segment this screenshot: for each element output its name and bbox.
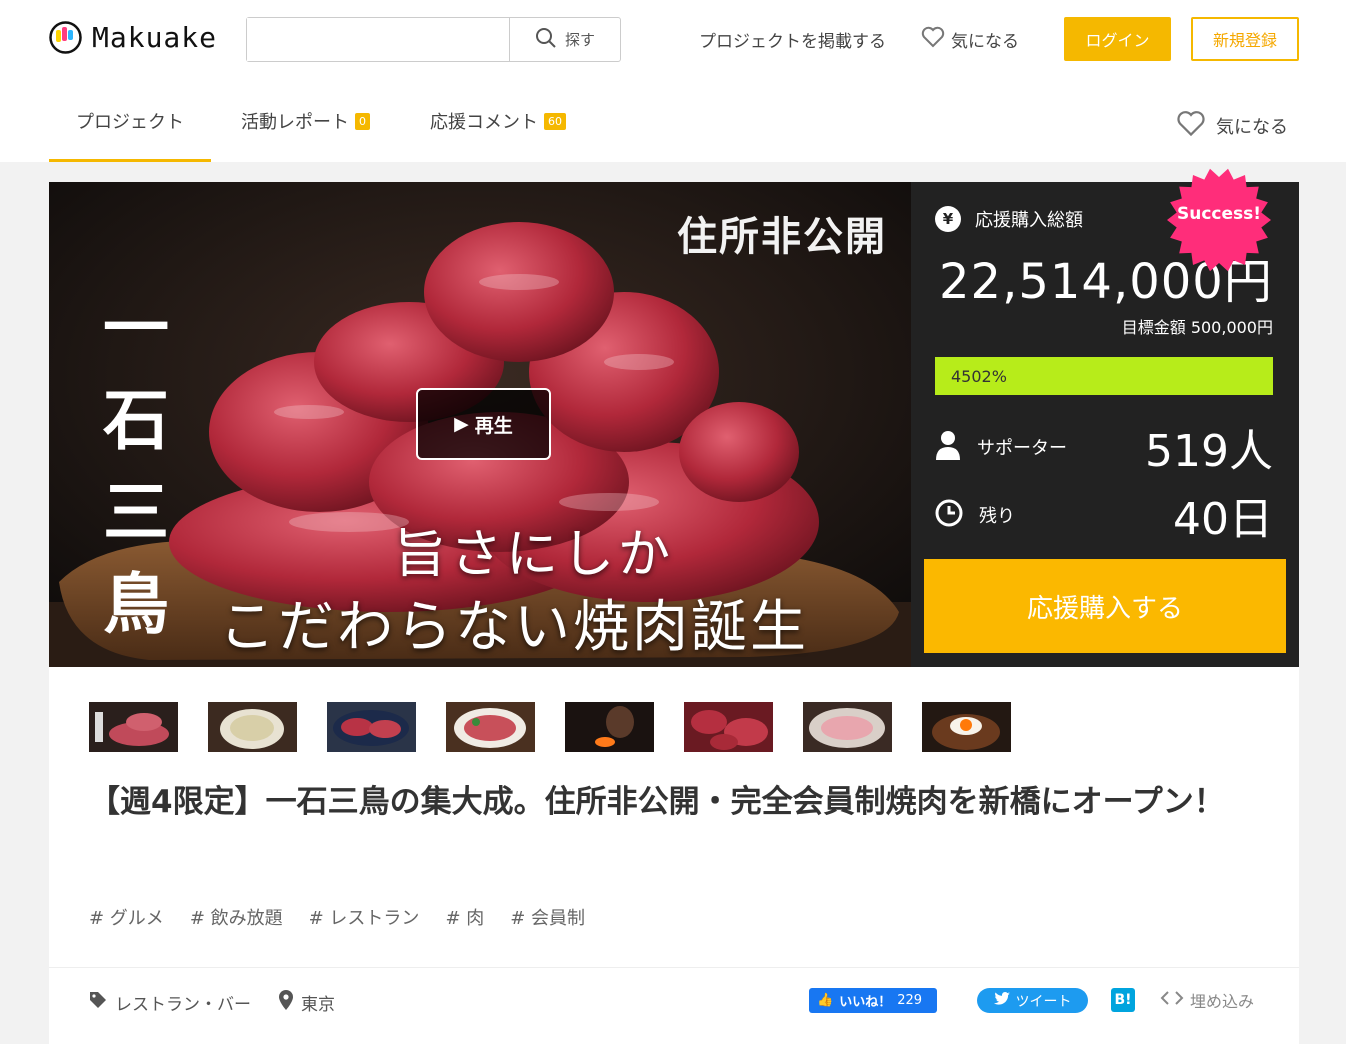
clock-icon bbox=[935, 499, 963, 531]
like-label: いいね！ bbox=[839, 995, 892, 1010]
hero-vertical-char: 三 bbox=[103, 473, 169, 551]
progress-bar: 4502% bbox=[935, 357, 1273, 395]
hero-vertical-char: 石 bbox=[103, 381, 169, 459]
yen-icon: ¥ bbox=[935, 206, 961, 232]
category-link[interactable]: レストラン・バー bbox=[89, 990, 251, 1015]
hero-vertical-char: 鳥 bbox=[103, 565, 169, 643]
supporters-count: 519人 bbox=[1145, 426, 1273, 477]
search-button[interactable]: 探す bbox=[509, 18, 620, 61]
makuake-logo[interactable]: Makuake bbox=[49, 21, 217, 54]
category-label: レストラン・バー bbox=[115, 995, 251, 1015]
search-bar: 探す bbox=[246, 17, 621, 62]
progress-percent: 4502% bbox=[951, 366, 1007, 386]
code-icon bbox=[1160, 990, 1184, 1010]
hero-copy-line1: 旨さにしか bbox=[394, 525, 675, 585]
divider bbox=[49, 967, 1299, 968]
support-purchase-button[interactable]: 応援購入する bbox=[924, 559, 1286, 653]
tweet-label: ツイート bbox=[1015, 993, 1072, 1010]
site-header: Makuake 探す プロジェクトを掲載する 気になる ログイン 新規登録 プロ… bbox=[0, 0, 1346, 162]
makuake-logo-icon bbox=[49, 21, 82, 54]
tab-project[interactable]: プロジェクト bbox=[49, 100, 211, 162]
facebook-like-button[interactable]: 👍 いいね！ 229 bbox=[809, 988, 937, 1013]
thumbnail[interactable] bbox=[565, 702, 654, 752]
tab-label: 応援コメント bbox=[430, 112, 538, 133]
location-label: 東京 bbox=[301, 995, 335, 1015]
person-icon bbox=[935, 430, 961, 464]
heart-icon bbox=[921, 26, 945, 53]
supporters-row: サポーター 519人 bbox=[935, 420, 1273, 477]
thumbs-up-icon: 👍 bbox=[817, 993, 834, 1008]
search-button-label: 探す bbox=[564, 31, 595, 49]
tag-link[interactable]: # 肉 bbox=[445, 904, 484, 930]
count-badge: 60 bbox=[544, 113, 566, 130]
remaining-row: 残り 40日 bbox=[935, 488, 1273, 545]
goal-amount: 目標金額 500,000円 bbox=[1121, 318, 1273, 337]
hero-vertical-title: 一 石 三 鳥 bbox=[101, 282, 171, 650]
favorite-label: 気になる bbox=[1216, 117, 1288, 138]
play-icon: ▶ bbox=[454, 413, 469, 435]
hatena-bookmark-button[interactable]: B! bbox=[1111, 988, 1135, 1012]
signup-button[interactable]: 新規登録 bbox=[1191, 17, 1299, 61]
like-count: 229 bbox=[897, 993, 923, 1008]
total-label: 応援購入総額 bbox=[975, 210, 1083, 231]
play-video-button[interactable]: ▶ 再生 bbox=[416, 388, 551, 460]
hero-image[interactable]: 住所非公開 一 石 三 鳥 旨さにしか こだわらない焼肉誕生 ▶ 再生 bbox=[49, 182, 911, 667]
tag-link[interactable]: # 会員制 bbox=[510, 904, 585, 930]
supporters-label: サポーター bbox=[977, 438, 1067, 459]
twitter-bird-icon bbox=[993, 992, 1010, 1009]
thumbnail[interactable] bbox=[803, 702, 892, 752]
favorite-link[interactable]: 気になる bbox=[921, 26, 1019, 53]
location-link[interactable]: 東京 bbox=[279, 990, 335, 1015]
project-tabs: プロジェクト 活動レポート 0 応援コメント 60 bbox=[49, 100, 626, 162]
thumbnail[interactable] bbox=[446, 702, 535, 752]
tab-label: プロジェクト bbox=[76, 112, 184, 133]
hero-vertical-char: 一 bbox=[103, 289, 169, 367]
tab-activity-report[interactable]: 活動レポート 0 bbox=[241, 100, 370, 162]
tweet-button[interactable]: ツイート bbox=[977, 988, 1088, 1013]
favorite-tab-button[interactable]: 気になる bbox=[1176, 110, 1288, 142]
tab-label: 活動レポート bbox=[241, 112, 349, 133]
tag-link[interactable]: # 飲み放題 bbox=[190, 904, 283, 930]
thumbnail[interactable] bbox=[208, 702, 297, 752]
tag-icon bbox=[89, 991, 107, 1014]
thumbnail-strip bbox=[89, 702, 1011, 752]
project-tags: # グルメ # 飲み放題 # レストラン # 肉 # 会員制 bbox=[89, 904, 585, 930]
thumbnail[interactable] bbox=[89, 702, 178, 752]
post-project-link[interactable]: プロジェクトを掲載する bbox=[699, 27, 886, 52]
favorite-label: 気になる bbox=[951, 32, 1019, 52]
remaining-label: 残り bbox=[979, 506, 1015, 527]
brand-name: Makuake bbox=[92, 21, 218, 54]
play-label: 再生 bbox=[474, 414, 513, 437]
remaining-days: 40日 bbox=[1173, 494, 1273, 545]
project-title: 【週4限定】一石三鳥の集大成。住所非公開・完全会員制焼肉を新橋にオープン！ bbox=[89, 784, 1225, 820]
hero-copy-line2: こだわらない焼肉誕生 bbox=[219, 595, 809, 660]
progress-fill: 4502% bbox=[935, 357, 1273, 395]
tag-link[interactable]: # レストラン bbox=[309, 904, 420, 930]
hero-tag: 住所非公開 bbox=[677, 213, 887, 260]
total-label-row: ¥ 応援購入総額 bbox=[935, 206, 1083, 232]
success-badge: Success! bbox=[1167, 168, 1271, 272]
tab-comments[interactable]: 応援コメント 60 bbox=[430, 100, 566, 162]
thumbnail[interactable] bbox=[684, 702, 773, 752]
search-icon bbox=[535, 27, 557, 53]
embed-label: 埋め込み bbox=[1190, 992, 1255, 1011]
thumbnail[interactable] bbox=[922, 702, 1011, 752]
heart-icon bbox=[1176, 110, 1206, 142]
embed-button[interactable]: 埋め込み bbox=[1160, 988, 1254, 1012]
location-pin-icon bbox=[279, 990, 293, 1015]
tag-link[interactable]: # グルメ bbox=[89, 904, 164, 930]
project-meta: レストラン・バー 東京 bbox=[89, 990, 335, 1015]
thumbnail[interactable] bbox=[327, 702, 416, 752]
login-button[interactable]: ログイン bbox=[1064, 17, 1171, 61]
search-input[interactable] bbox=[247, 18, 509, 61]
project-card: 住所非公開 一 石 三 鳥 旨さにしか こだわらない焼肉誕生 ▶ 再生 ¥ 応援… bbox=[49, 182, 1299, 1044]
success-label: Success! bbox=[1176, 204, 1262, 224]
count-badge: 0 bbox=[355, 113, 370, 130]
